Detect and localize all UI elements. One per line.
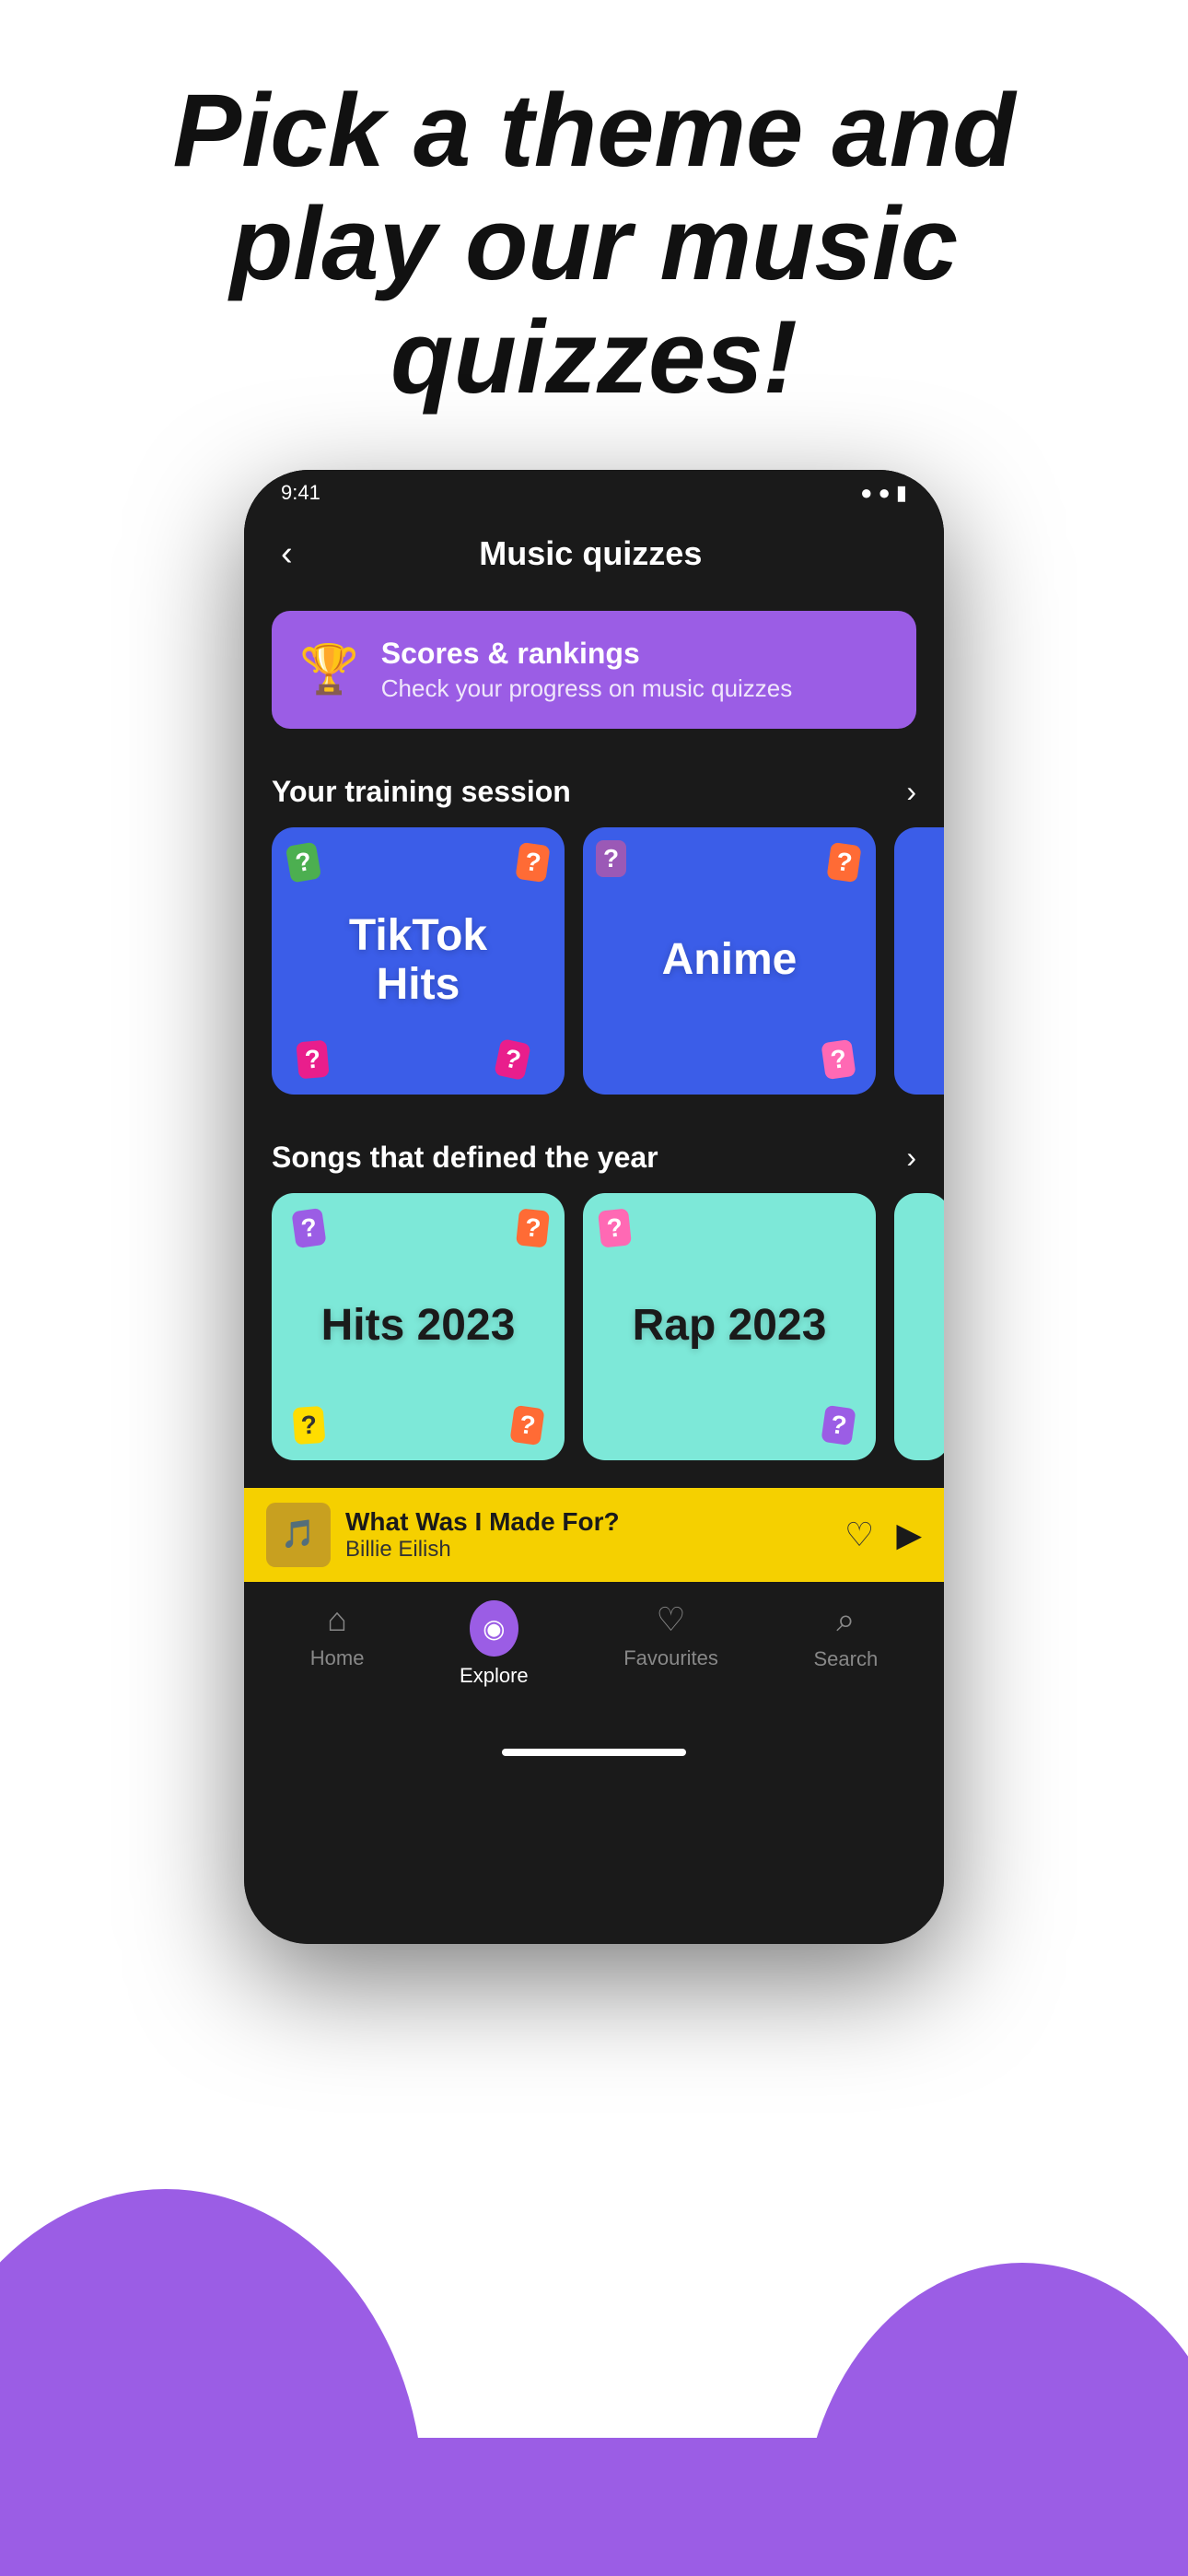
q-mark-12: ? — [598, 1208, 632, 1247]
favourites-label: Favourites — [623, 1646, 718, 1670]
nav-search[interactable]: ⌕ Search — [813, 1600, 878, 1688]
now-playing-thumbnail: 🎵 — [266, 1503, 331, 1567]
q-mark-10: ? — [293, 1405, 326, 1444]
q-mark-8: ? — [291, 1207, 326, 1247]
rap2023-label: Rap 2023 — [633, 1302, 827, 1351]
year-section-arrow[interactable]: › — [906, 1141, 916, 1175]
rap2023-card[interactable]: ? ? Rap 2023 — [583, 1193, 876, 1460]
status-time: 9:41 — [281, 481, 320, 505]
search-label: Search — [813, 1647, 878, 1671]
home-icon: ⌂ — [327, 1600, 347, 1639]
nav-favourites[interactable]: ♡ Favourites — [623, 1600, 718, 1688]
phone-screen: 9:41 ● ● ▮ ‹ Music quizzes 🏆 Scores & ra… — [244, 470, 944, 1944]
favourites-icon: ♡ — [656, 1600, 685, 1639]
q-mark-1: ? — [285, 841, 322, 883]
year-section-header[interactable]: Songs that defined the year › — [244, 1113, 944, 1193]
nav-home[interactable]: ⌂ Home — [310, 1600, 365, 1688]
training-section-title: Your training session — [272, 775, 571, 809]
q-mark-11: ? — [509, 1404, 544, 1445]
status-bar: 9:41 ● ● ▮ — [244, 470, 944, 516]
now-playing-info: What Was I Made For? Billie Eilish — [345, 1507, 830, 1563]
q-mark-13: ? — [821, 1404, 856, 1445]
explore-label: Explore — [460, 1664, 529, 1688]
q-mark-3: ? — [296, 1039, 329, 1079]
home-indicator — [502, 1749, 686, 1756]
hits2023-card[interactable]: ? ? ? ? Hits 2023 — [272, 1193, 565, 1460]
anime-card[interactable]: ? ? ? Anime — [583, 827, 876, 1095]
now-playing-controls: ♡ ▶ — [844, 1516, 922, 1554]
nav-explore[interactable]: ◉ Explore — [460, 1600, 529, 1688]
training-cards-scroll: ? ? ? ? TikTokHits ? ? ? Anime — [244, 827, 944, 1113]
now-playing-title: What Was I Made For? — [345, 1507, 830, 1537]
scores-title: Scores & rankings — [381, 637, 793, 671]
q-mark-5: ? — [826, 841, 861, 882]
back-button[interactable]: ‹ — [281, 534, 293, 574]
more-card-partial — [894, 827, 944, 1095]
q-mark-9: ? — [516, 1208, 550, 1247]
training-section-header[interactable]: Your training session › — [244, 747, 944, 827]
home-label: Home — [310, 1646, 365, 1670]
scores-text: Scores & rankings Check your progress on… — [381, 637, 793, 703]
q-mark-4: ? — [494, 1038, 531, 1081]
trophy-icon: 🏆 — [299, 641, 359, 697]
scores-banner[interactable]: 🏆 Scores & rankings Check your progress … — [272, 611, 916, 729]
year-cards-scroll: ? ? ? ? Hits 2023 ? ? Rap 2023 — [244, 1193, 944, 1479]
tiktok-hits-label: TikTokHits — [349, 912, 487, 1010]
now-playing-bar[interactable]: 🎵 What Was I Made For? Billie Eilish ♡ ▶ — [244, 1488, 944, 1582]
play-button[interactable]: ▶ — [896, 1516, 922, 1554]
q-mark-7: ? — [596, 840, 626, 877]
tiktok-hits-card[interactable]: ? ? ? ? TikTokHits — [272, 827, 565, 1095]
status-icons: ● ● ▮ — [860, 481, 907, 505]
search-icon: ⌕ — [836, 1600, 855, 1640]
phone-mockup: 9:41 ● ● ▮ ‹ Music quizzes 🏆 Scores & ra… — [0, 470, 1188, 1944]
q-mark-6: ? — [821, 1038, 856, 1079]
anime-label: Anime — [662, 936, 798, 985]
explore-icon: ◉ — [470, 1600, 518, 1657]
hero-title: Pick a theme and play our music quizzes! — [0, 0, 1188, 470]
scores-subtitle: Check your progress on music quizzes — [381, 674, 793, 703]
bottom-navigation: ⌂ Home ◉ Explore ♡ Favourites ⌕ Search — [244, 1582, 944, 1734]
year-section-title: Songs that defined the year — [272, 1141, 658, 1175]
heart-button[interactable]: ♡ — [844, 1516, 874, 1554]
q-mark-2: ? — [515, 841, 550, 882]
more-year-card-partial — [894, 1193, 944, 1460]
phone-frame: 9:41 ● ● ▮ ‹ Music quizzes 🏆 Scores & ra… — [244, 470, 944, 1944]
now-playing-artist: Billie Eilish — [345, 1537, 830, 1563]
hits2023-label: Hits 2023 — [321, 1302, 516, 1351]
app-header: ‹ Music quizzes — [244, 516, 944, 602]
training-section-arrow[interactable]: › — [906, 775, 916, 809]
page-title: Music quizzes — [311, 534, 870, 573]
